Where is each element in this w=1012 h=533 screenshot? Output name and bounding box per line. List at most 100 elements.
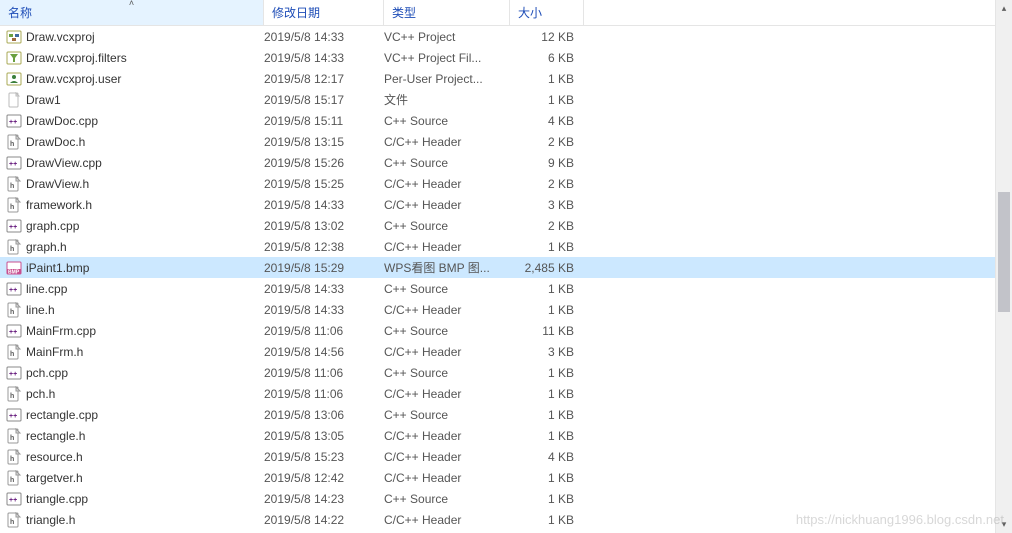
file-row[interactable]: BMPiPaint1.bmp2019/5/8 15:29WPS看图 BMP 图.…: [0, 257, 995, 278]
file-date-cell: 2019/5/8 14:23: [264, 492, 384, 506]
file-name-cell: htriangle.h: [6, 512, 264, 528]
file-name-cell: Draw1: [6, 92, 264, 108]
h-file-icon: h: [6, 449, 22, 465]
file-size-cell: 1 KB: [510, 303, 584, 317]
file-date-cell: 2019/5/8 15:17: [264, 93, 384, 107]
scroll-down-arrow-icon[interactable]: ▾: [996, 516, 1012, 533]
file-date-cell: 2019/5/8 12:38: [264, 240, 384, 254]
file-row[interactable]: hline.h2019/5/8 14:33C/C++ Header1 KB: [0, 299, 995, 320]
file-type-cell: VC++ Project: [384, 30, 510, 44]
svg-text:++: ++: [9, 287, 17, 294]
file-file-icon: [6, 92, 22, 108]
file-row[interactable]: hDrawView.h2019/5/8 15:25C/C++ Header2 K…: [0, 173, 995, 194]
file-size-cell: 1 KB: [510, 282, 584, 296]
file-name-label: line.h: [26, 303, 55, 317]
file-type-cell: C/C++ Header: [384, 450, 510, 464]
file-row[interactable]: hMainFrm.h2019/5/8 14:56C/C++ Header3 KB: [0, 341, 995, 362]
file-type-cell: C/C++ Header: [384, 513, 510, 527]
file-name-label: Draw.vcxproj: [26, 30, 95, 44]
proj-user-file-icon: [6, 71, 22, 87]
file-date-cell: 2019/5/8 11:06: [264, 324, 384, 338]
file-size-cell: 2,485 KB: [510, 261, 584, 275]
vertical-scrollbar[interactable]: ▴ ▾: [995, 0, 1012, 533]
scroll-thumb[interactable]: [998, 192, 1010, 312]
file-row[interactable]: ++graph.cpp2019/5/8 13:02C++ Source2 KB: [0, 215, 995, 236]
file-date-cell: 2019/5/8 14:33: [264, 30, 384, 44]
column-header-date[interactable]: 修改日期: [264, 0, 384, 25]
file-date-cell: 2019/5/8 14:33: [264, 303, 384, 317]
file-name-label: DrawView.h: [26, 177, 89, 191]
file-row[interactable]: ++rectangle.cpp2019/5/8 13:06C++ Source1…: [0, 404, 995, 425]
file-name-label: pch.cpp: [26, 366, 68, 380]
file-row[interactable]: Draw.vcxproj.filters2019/5/8 14:33VC++ P…: [0, 47, 995, 68]
file-size-cell: 12 KB: [510, 30, 584, 44]
file-name-label: DrawDoc.cpp: [26, 114, 98, 128]
file-row[interactable]: hgraph.h2019/5/8 12:38C/C++ Header1 KB: [0, 236, 995, 257]
column-header-size-label: 大小: [518, 4, 542, 21]
cpp-file-icon: ++: [6, 281, 22, 297]
file-row[interactable]: htargetver.h2019/5/8 12:42C/C++ Header1 …: [0, 467, 995, 488]
file-type-cell: C/C++ Header: [384, 471, 510, 485]
file-name-cell: Draw.vcxproj.filters: [6, 50, 264, 66]
file-name-cell: ++rectangle.cpp: [6, 407, 264, 423]
file-name-cell: ++line.cpp: [6, 281, 264, 297]
svg-text:++: ++: [9, 119, 17, 126]
file-name-cell: htargetver.h: [6, 470, 264, 486]
file-size-cell: 2 KB: [510, 219, 584, 233]
file-date-cell: 2019/5/8 13:05: [264, 429, 384, 443]
file-date-cell: 2019/5/8 13:02: [264, 219, 384, 233]
file-row[interactable]: hDrawDoc.h2019/5/8 13:15C/C++ Header2 KB: [0, 131, 995, 152]
file-name-label: Draw.vcxproj.user: [26, 72, 121, 86]
file-row[interactable]: ++DrawDoc.cpp2019/5/8 15:11C++ Source4 K…: [0, 110, 995, 131]
file-type-cell: C/C++ Header: [384, 429, 510, 443]
file-name-cell: ++MainFrm.cpp: [6, 323, 264, 339]
cpp-file-icon: ++: [6, 113, 22, 129]
file-row[interactable]: hframework.h2019/5/8 14:33C/C++ Header3 …: [0, 194, 995, 215]
file-type-cell: Per-User Project...: [384, 72, 510, 86]
file-type-cell: C/C++ Header: [384, 198, 510, 212]
h-file-icon: h: [6, 134, 22, 150]
file-row[interactable]: ++line.cpp2019/5/8 14:33C++ Source1 KB: [0, 278, 995, 299]
svg-text:++: ++: [9, 497, 17, 504]
svg-text:++: ++: [9, 371, 17, 378]
column-header-size[interactable]: 大小: [510, 0, 584, 25]
file-name-cell: hMainFrm.h: [6, 344, 264, 360]
file-name-cell: ++ DrawDoc.cpp: [6, 113, 264, 129]
file-name-label: DrawView.cpp: [26, 156, 102, 170]
svg-text:h: h: [10, 183, 14, 190]
column-header-name[interactable]: 名称 ˄: [0, 0, 264, 25]
file-explorer-pane: 名称 ˄ 修改日期 类型 大小 Draw.vcxproj 2019/5/8 14:…: [0, 0, 1012, 533]
svg-text:++: ++: [9, 161, 17, 168]
file-row[interactable]: ++DrawView.cpp2019/5/8 15:26C++ Source9 …: [0, 152, 995, 173]
column-header-name-label: 名称: [8, 4, 32, 21]
file-type-cell: 文件: [384, 91, 510, 108]
file-row[interactable]: Draw.vcxproj 2019/5/8 14:33VC++ Project12…: [0, 26, 995, 47]
file-row[interactable]: ++MainFrm.cpp2019/5/8 11:06C++ Source11 …: [0, 320, 995, 341]
file-row[interactable]: htriangle.h2019/5/8 14:22C/C++ Header1 K…: [0, 509, 995, 530]
h-file-icon: h: [6, 197, 22, 213]
file-row[interactable]: hrectangle.h2019/5/8 13:05C/C++ Header1 …: [0, 425, 995, 446]
file-type-cell: VC++ Project Fil...: [384, 51, 510, 65]
svg-text:h: h: [10, 456, 14, 463]
file-name-cell: h line.h: [6, 302, 264, 318]
file-date-cell: 2019/5/8 12:17: [264, 72, 384, 86]
h-file-icon: h: [6, 302, 22, 318]
file-type-cell: C++ Source: [384, 324, 510, 338]
file-size-cell: 1 KB: [510, 492, 584, 506]
file-row[interactable]: hpch.h2019/5/8 11:06C/C++ Header1 KB: [0, 383, 995, 404]
cpp-file-icon: ++: [6, 491, 22, 507]
scroll-up-arrow-icon[interactable]: ▴: [996, 0, 1012, 17]
file-size-cell: 11 KB: [510, 324, 584, 338]
h-file-icon: h: [6, 344, 22, 360]
column-header-row: 名称 ˄ 修改日期 类型 大小: [0, 0, 995, 26]
file-name-label: triangle.h: [26, 513, 75, 527]
file-name-cell: hpch.h: [6, 386, 264, 402]
column-header-type[interactable]: 类型: [384, 0, 510, 25]
file-row[interactable]: hresource.h2019/5/8 15:23C/C++ Header4 K…: [0, 446, 995, 467]
file-type-cell: C++ Source: [384, 156, 510, 170]
file-row[interactable]: Draw.vcxproj.user 2019/5/8 12:17Per-User …: [0, 68, 995, 89]
file-row[interactable]: ++pch.cpp2019/5/8 11:06C++ Source1 KB: [0, 362, 995, 383]
file-row[interactable]: ++triangle.cpp2019/5/8 14:23C++ Source1 …: [0, 488, 995, 509]
file-row[interactable]: Draw12019/5/8 15:17文件1 KB: [0, 89, 995, 110]
file-date-cell: 2019/5/8 11:06: [264, 387, 384, 401]
